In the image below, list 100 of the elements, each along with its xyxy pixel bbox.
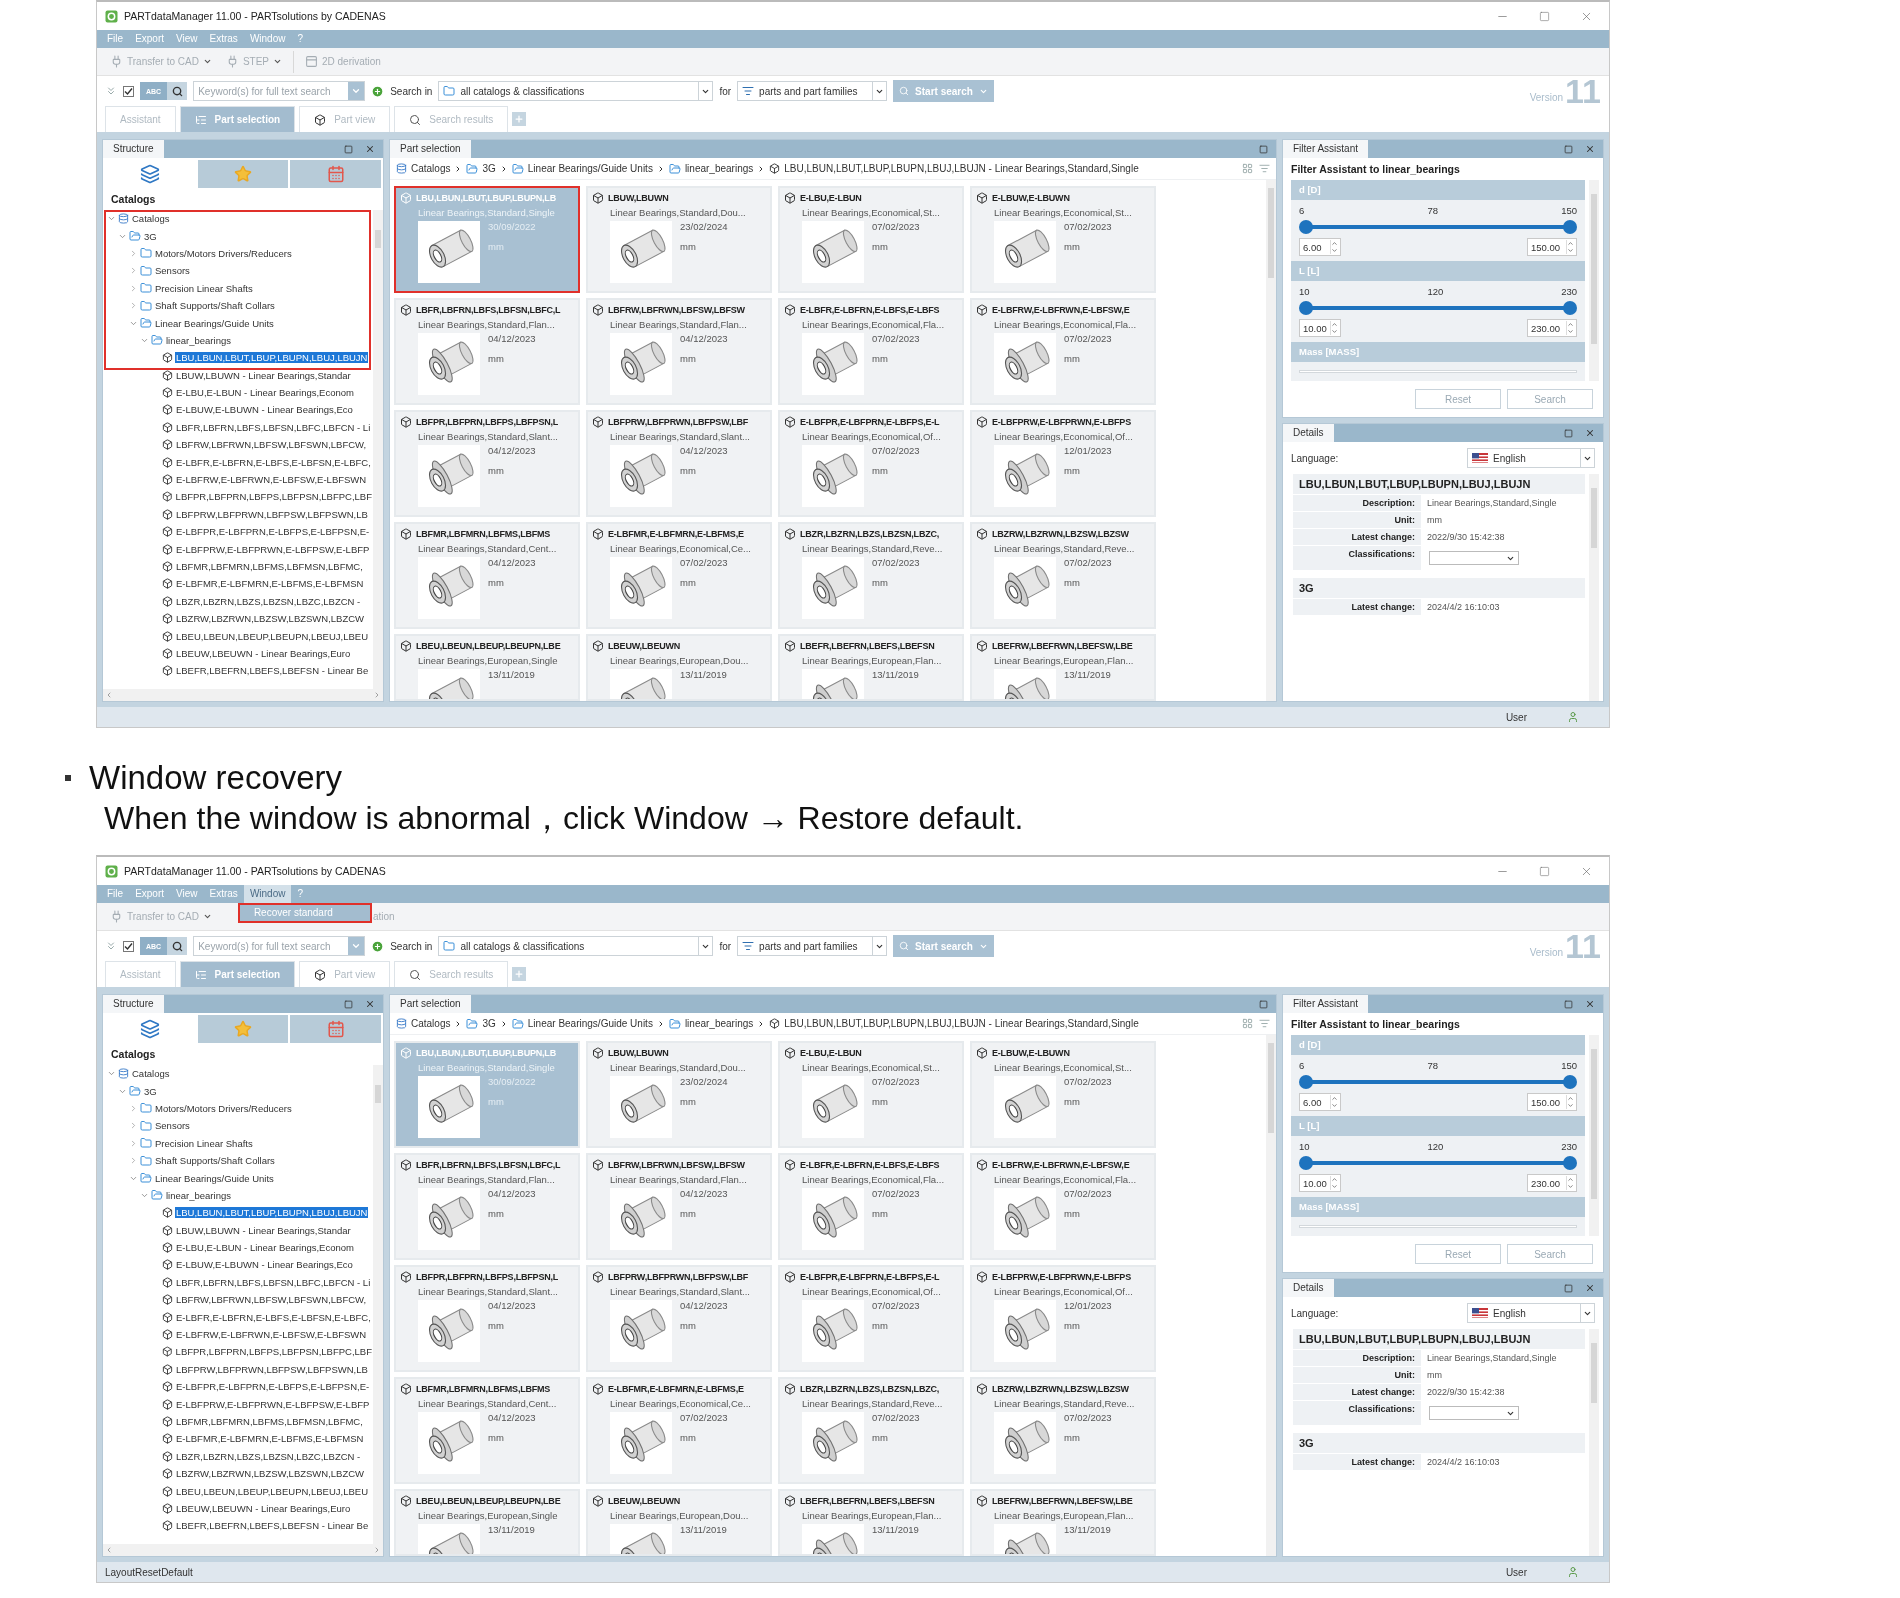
- tree-item[interactable]: E-LBFMR,E-LBFMRN,E-LBFMS,E-LBFMSN: [175, 1433, 365, 1445]
- classification-select[interactable]: [1429, 1406, 1519, 1420]
- list-view-icon[interactable]: [1259, 163, 1270, 174]
- part-card[interactable]: LBFR,LBFRN,LBFS,LBFSN,LBFC,L Linear Bearings,Standard,Flan... 04/12/2023 mm: [394, 1153, 580, 1260]
- tree-item[interactable]: Motors/Motors Drivers/Reducers: [154, 1102, 293, 1114]
- part-card[interactable]: LBFPR,LBFPRN,LBFPS,LBFPSN,L Linear Bearings,Standard,Slant... 04/12/2023 mm: [394, 1265, 580, 1372]
- part-card[interactable]: E-LBUW,E-LBUWN Linear Bearings,Economical,St... 07/02/2023 mm: [970, 1041, 1156, 1148]
- search-mode-button[interactable]: [167, 937, 188, 955]
- breadcrumb-link[interactable]: Linear Bearings/Guide Units: [527, 163, 653, 174]
- spin-up-icon[interactable]: [1331, 240, 1338, 247]
- tree-item[interactable]: LBFRW,LBFRWN,LBFSW,LBFSWN,LBFCW,: [175, 1294, 368, 1306]
- maximize-icon[interactable]: [1539, 10, 1550, 22]
- range-slider[interactable]: [1299, 219, 1577, 235]
- tree-item[interactable]: LBFPRW,LBFPRWN,LBFPSW,LBFPSWN,LB: [175, 1363, 369, 1375]
- expand-icon[interactable]: [105, 85, 117, 97]
- maximize-icon[interactable]: [1564, 1283, 1573, 1293]
- checkbox[interactable]: [123, 85, 134, 97]
- part-card[interactable]: LBZRW,LBZRWN,LBZSW,LBZSW Linear Bearings,Standard,Reve... 07/02/2023 mm: [970, 1377, 1156, 1484]
- part-card[interactable]: E-LBFPR,E-LBFPRN,E-LBFPS,E-L Linear Bearings,Economical,Of... 07/02/2023 mm: [778, 1265, 964, 1372]
- chevron-icon[interactable]: [129, 283, 138, 293]
- tree-item[interactable]: LBFRW,LBFRWN,LBFSW,LBFSWN,LBFCW,: [175, 439, 368, 451]
- scroll-right-icon[interactable]: [373, 691, 381, 699]
- language-select[interactable]: English: [1467, 448, 1595, 468]
- spin-up-icon[interactable]: [1567, 240, 1574, 247]
- part-card[interactable]: LBEFRW,LBEFRWN,LBEFSW,LBE Linear Bearings,European,Flan... 13/11/2019: [970, 1489, 1156, 1556]
- part-card[interactable]: LBUW,LBUWN Linear Bearings,Standard,Dou... 23/02/2024 mm: [586, 1041, 772, 1148]
- number-field[interactable]: 230.00: [1527, 319, 1577, 337]
- breadcrumb-link[interactable]: Catalogs: [411, 1018, 451, 1029]
- search-field[interactable]: Keyword(s) for full text search: [193, 81, 366, 101]
- maximize-icon[interactable]: [1564, 428, 1573, 438]
- tree-item[interactable]: E-LBFRW,E-LBFRWN,E-LBFSW,E-LBFSWN: [175, 474, 368, 486]
- icon-tab[interactable]: [290, 160, 381, 188]
- tree-item[interactable]: E-LBFR,E-LBFRN,E-LBFS,E-LBFSN,E-LBFC,: [175, 1311, 372, 1323]
- panel-tab[interactable]: Filter Assistant: [1283, 140, 1369, 158]
- part-card[interactable]: LBFR,LBFRN,LBFS,LBFSN,LBFC,L Linear Bearings,Standard,Flan... 04/12/2023 mm: [394, 298, 580, 405]
- number-field[interactable]: 6.00: [1299, 1093, 1341, 1111]
- add-tab-button[interactable]: [512, 112, 527, 126]
- spin-down-icon[interactable]: [1331, 247, 1338, 254]
- panel-tab[interactable]: Details: [1283, 424, 1334, 442]
- tree-item[interactable]: LBZR,LBZRN,LBZS,LBZSN,LBZC,LBZCN -: [175, 1450, 362, 1462]
- close-icon[interactable]: [1585, 999, 1595, 1009]
- part-card[interactable]: LBEFR,LBEFRN,LBEFS,LBEFSN Linear Bearings,European,Flan... 13/11/2019: [778, 634, 964, 701]
- slider-thumb[interactable]: [1563, 1075, 1577, 1089]
- tree-item[interactable]: LBU,LBUN,LBUT,LBUP,LBUPN,LBUJ,LBUJN: [175, 1207, 369, 1219]
- user-icon[interactable]: [1567, 1566, 1579, 1578]
- part-card[interactable]: E-LBFPR,E-LBFPRN,E-LBFPS,E-L Linear Bearings,Economical,Of... 07/02/2023 mm: [778, 410, 964, 517]
- chevron-icon[interactable]: [129, 248, 138, 258]
- spin-up-icon[interactable]: [1331, 1095, 1338, 1102]
- language-select[interactable]: English: [1467, 1303, 1595, 1323]
- chevron-icon[interactable]: [129, 1103, 138, 1113]
- breadcrumb-link[interactable]: LBU,LBUN,LBUT,LBUP,LBUPN,LBUJ,LBUJN - Linear Bearings,Standard,Single: [784, 163, 1139, 174]
- tree-item[interactable]: LBEFR,LBEFRN,LBEFS,LBEFSN - Linear Be: [175, 1520, 370, 1532]
- list-view-icon[interactable]: [1259, 1018, 1270, 1029]
- breadcrumb-link[interactable]: 3G: [482, 163, 496, 174]
- tree-item[interactable]: Sensors: [154, 265, 191, 277]
- slider-thumb[interactable]: [1299, 1156, 1313, 1170]
- slider-thumb[interactable]: [1299, 1075, 1313, 1089]
- tree-item[interactable]: Shaft Supports/Shaft Collars: [154, 300, 276, 312]
- number-field[interactable]: 10.00: [1299, 319, 1341, 337]
- expand-icon[interactable]: [105, 940, 117, 952]
- tree-item[interactable]: LBEFR,LBEFRN,LBEFS,LBEFSN - Linear Be: [175, 665, 370, 677]
- tree-item[interactable]: E-LBFPR,E-LBFPRN,E-LBFPS,E-LBFPSN,E-: [175, 1381, 371, 1393]
- spin-up-icon[interactable]: [1567, 1095, 1574, 1102]
- spin-down-icon[interactable]: [1331, 328, 1338, 335]
- number-field[interactable]: 150.00: [1527, 1093, 1577, 1111]
- breadcrumb-link[interactable]: 3G: [482, 1018, 496, 1029]
- tree-item[interactable]: LBFMR,LBFMRN,LBFMS,LBFMSN,LBFMC,: [175, 1416, 364, 1427]
- tree-item[interactable]: Precision Linear Shafts: [154, 282, 254, 294]
- part-card[interactable]: E-LBFPRW,E-LBFPRWN,E-LBFPS Linear Bearings,Economical,Of... 12/01/2023 mm: [970, 410, 1156, 517]
- part-card[interactable]: LBFRW,LBFRWN,LBFSW,LBFSW Linear Bearings,Standard,Flan... 04/12/2023 mm: [586, 1153, 772, 1260]
- breadcrumb-link[interactable]: linear_bearings: [684, 163, 754, 174]
- tree-item[interactable]: E-LBFMR,E-LBFMRN,E-LBFMS,E-LBFMSN: [175, 578, 365, 590]
- panel-tab[interactable]: Filter Assistant: [1283, 995, 1369, 1013]
- tree-item[interactable]: E-LBFRW,E-LBFRWN,E-LBFSW,E-LBFSWN: [175, 1329, 368, 1341]
- maximize-icon[interactable]: [344, 144, 353, 154]
- tree-item[interactable]: LBFPR,LBFPRN,LBFPS,LBFPSN,LBFPC,LBF: [174, 1346, 373, 1358]
- tree-item[interactable]: E-LBFPRW,E-LBFPRWN,E-LBFPSW,E-LBFP: [175, 1398, 371, 1410]
- tree-item[interactable]: E-LBFPR,E-LBFPRN,E-LBFPS,E-LBFPSN,E-: [175, 526, 371, 538]
- spin-up-icon[interactable]: [1567, 1176, 1574, 1183]
- maximize-icon[interactable]: [1259, 999, 1268, 1009]
- close-icon[interactable]: [365, 999, 375, 1009]
- tree-item[interactable]: Catalogs: [131, 213, 171, 225]
- part-card[interactable]: LBFMR,LBFMRN,LBFMS,LBFMS Linear Bearings,Standard,Cent... 04/12/2023 mm: [394, 1377, 580, 1484]
- icon-tab[interactable]: [197, 160, 289, 188]
- add-icon[interactable]: [371, 939, 385, 953]
- checkbox[interactable]: [123, 940, 134, 952]
- maximize-icon[interactable]: [1564, 144, 1573, 154]
- grid-view-icon[interactable]: [1242, 163, 1253, 174]
- chevron-icon[interactable]: [129, 266, 138, 276]
- classification-select[interactable]: [1429, 551, 1519, 565]
- tree-item[interactable]: E-LBU,E-LBUN - Linear Bearings,Econom: [175, 1242, 355, 1254]
- tree-item[interactable]: Linear Bearings/Guide Units: [154, 1172, 275, 1184]
- scroll-left-icon[interactable]: [105, 691, 113, 699]
- part-card[interactable]: LBEU,LBEUN,LBEUP,LBEUPN,LBE Linear Bearings,European,Single 13/11/2019: [394, 634, 580, 701]
- icon-tab[interactable]: [290, 1015, 381, 1043]
- tree-item[interactable]: LBEU,LBEUN,LBEUP,LBEUPN,LBEUJ,LBEU: [175, 630, 370, 642]
- part-card[interactable]: E-LBFR,E-LBFRN,E-LBFS,E-LBFS Linear Bearings,Economical,Fla... 07/02/2023 mm: [778, 1153, 964, 1260]
- part-card[interactable]: E-LBU,E-LBUN Linear Bearings,Economical,St... 07/02/2023 mm: [778, 186, 964, 293]
- panel-tab[interactable]: Details: [1283, 1279, 1334, 1297]
- part-card[interactable]: E-LBFRW,E-LBFRWN,E-LBFSW,E Linear Bearings,Economical,Fla... 07/02/2023 mm: [970, 1153, 1156, 1260]
